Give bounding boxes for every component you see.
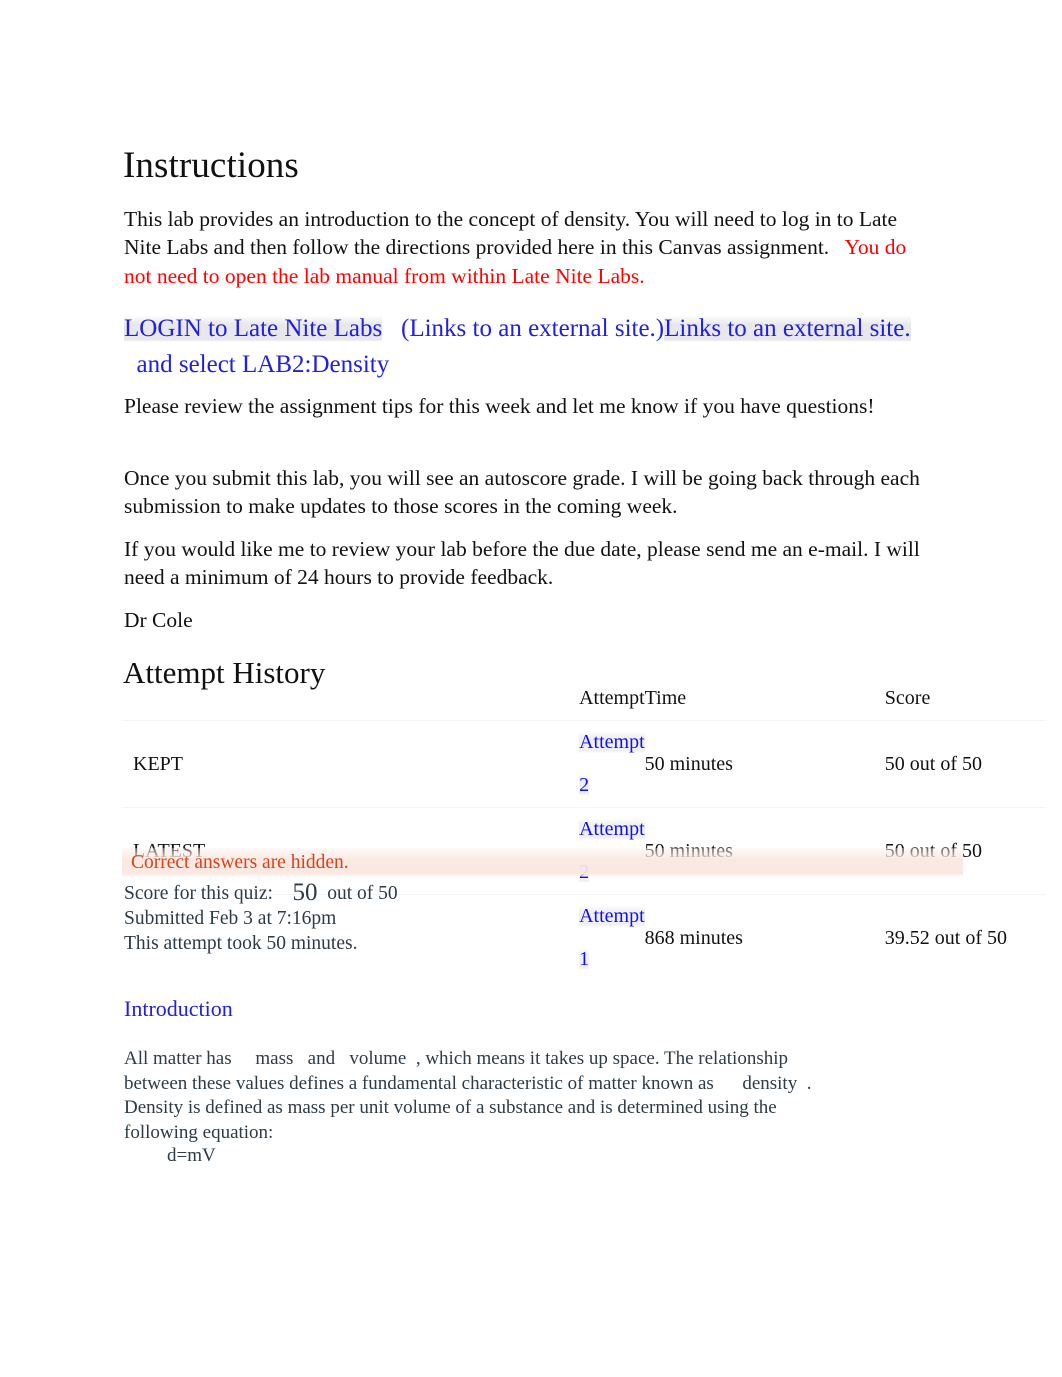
intro-gap-3 [335,1048,349,1069]
attempt-history-table-head: Attempt Time Score [122,676,1046,721]
introduction-body: All matter has mass and volume , which m… [124,1047,814,1145]
column-header-attempt: Attempt [579,687,645,709]
instructions-paragraph: This lab provides an introduction to the… [124,205,929,291]
external-site-note-link[interactable]: (Links to an external site.) [401,315,664,342]
login-link-gap-1 [382,315,401,342]
page-title: Instructions [123,144,299,186]
table-header-row: Attempt Time Score [122,676,1046,721]
score-label: Score for this quiz: [124,883,273,904]
score-line: Score for this quiz: 50 out of 50 [124,880,398,906]
assignment-tips-paragraph: Please review the assignment tips for th… [124,393,875,418]
attempt-score-cell: 50 out of 50 [884,720,1046,808]
intro-term-density: density [742,1072,798,1094]
login-late-nite-labs-link[interactable]: LOGIN to Late Nite Labs [124,315,383,342]
attempt-2-kept-link[interactable]: Attempt 2 [579,731,645,796]
score-value: 50 [292,879,318,906]
intro-gap-5 [714,1073,743,1094]
intro-term-mass: mass [255,1048,294,1069]
instructions-paragraph-text: This lab provides an introduction to the… [124,206,898,260]
attempt-cell: Attempt 2 [338,720,645,808]
login-link-suffix-text: and select LAB2:Density [136,351,390,378]
submitted-timestamp: Submitted Feb 3 at 7:16pm [124,908,337,929]
column-header-kind [122,676,338,721]
score-out-of: out of 50 [327,883,398,904]
login-link-block: LOGIN to Late Nite Labs (Links to an ext… [124,311,934,383]
attempt-row-label-kept: KEPT [122,720,339,808]
intro-sentence-a: All matter has [124,1048,232,1069]
score-gap-1 [273,883,293,904]
attempt-1-link[interactable]: Attempt 1 [579,905,645,970]
review-request-paragraph: If you would like me to review your lab … [124,536,920,590]
attempt-score-cell: 39.52 out of 50 [884,894,1046,981]
intro-gap-4 [406,1048,416,1069]
intro-term-volume: volume [349,1048,407,1069]
intro-conjunction: and [307,1048,336,1069]
submission-summary: Score for this quiz: 50 out of 50 Submit… [124,880,398,956]
column-header-time: Time [644,687,687,709]
intro-gap-2 [293,1048,307,1069]
instructions-spacer [835,235,845,259]
autoscore-paragraph: Once you submit this lab, you will see a… [124,465,920,519]
attempt-duration: This attempt took 50 minutes. [124,933,358,954]
attempt-time-cell: 868 minutes [644,894,885,981]
table-row: KEPT Attempt 2 50 minutes 50 out of 50 [122,720,1046,808]
score-gap-2 [317,883,327,904]
external-site-label-link[interactable]: Links to an external site. [664,315,911,342]
instructor-signature: Dr Cole [124,607,193,632]
introduction-title: Introduction [124,996,233,1022]
column-header-score: Score [884,687,931,709]
intro-gap-1 [232,1048,256,1069]
intro-gap-6 [797,1073,807,1094]
document-page: Instructions This lab provides an introd… [0,0,1062,1377]
attempt-time-cell: 50 minutes [644,720,885,808]
hidden-answers-notice: Correct answers are hidden. [122,848,963,877]
density-equation: d=mV [167,1145,216,1166]
login-link-gap-2 [124,351,137,378]
